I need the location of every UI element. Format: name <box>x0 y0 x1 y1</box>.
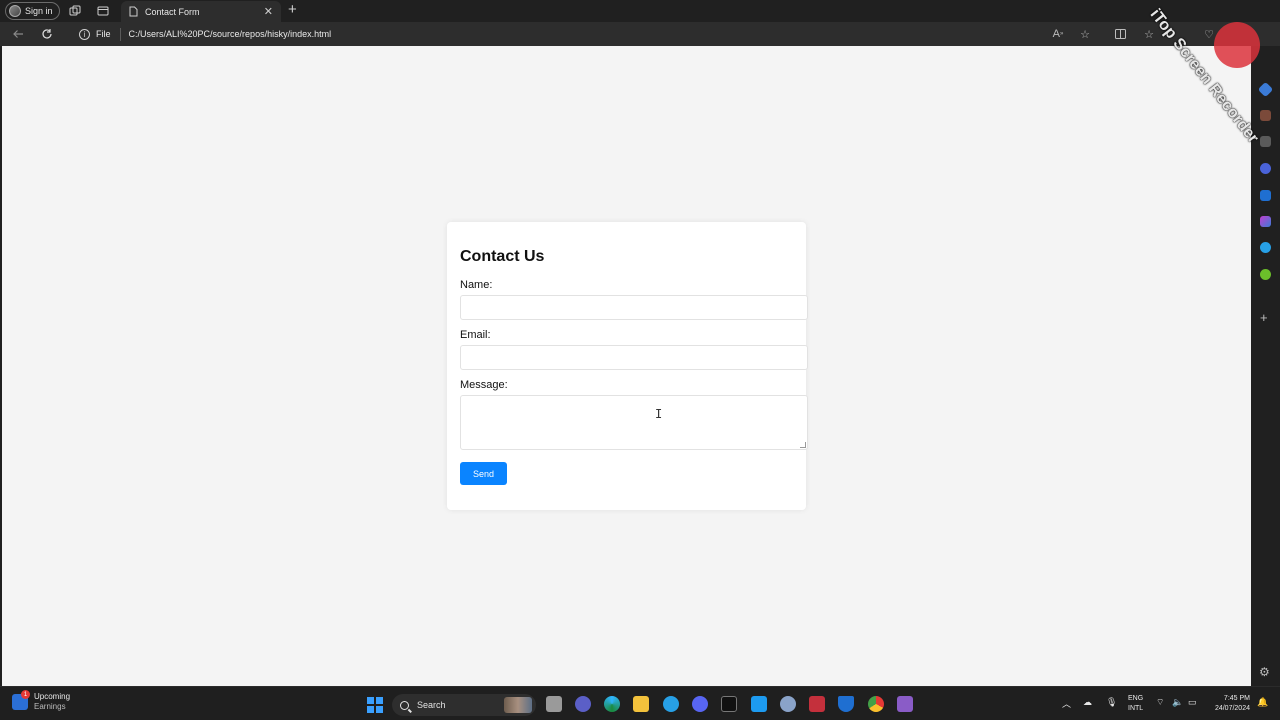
language-indicator[interactable]: ENG INTL <box>1128 694 1143 714</box>
message-textarea[interactable] <box>460 395 808 450</box>
new-tab-icon[interactable]: + <box>288 2 297 18</box>
send-button[interactable]: Send <box>460 462 507 485</box>
recorder-icon[interactable] <box>809 696 825 712</box>
settings-icon[interactable]: ⚙ <box>1259 665 1270 679</box>
tools-icon[interactable] <box>1260 110 1271 121</box>
clock-time: 7:45 PM <box>1223 695 1250 702</box>
back-icon[interactable] <box>11 27 25 41</box>
url-divider <box>119 27 121 41</box>
defender-icon[interactable] <box>838 696 854 712</box>
shopping-icon[interactable] <box>1257 81 1274 98</box>
email-input[interactable] <box>460 345 808 370</box>
name-input[interactable] <box>460 295 808 320</box>
tab-actions-icon[interactable] <box>96 4 110 18</box>
visual-studio-icon[interactable] <box>897 696 913 712</box>
text-cursor-icon: I <box>655 407 663 421</box>
teams-icon[interactable] <box>575 696 591 712</box>
battery-icon[interactable]: ▭ <box>1188 697 1197 708</box>
add-icon[interactable]: + <box>1260 310 1268 325</box>
tree-icon[interactable] <box>1260 269 1271 280</box>
search-highlight-image <box>504 697 532 713</box>
designer-icon[interactable] <box>1260 216 1271 227</box>
edge-icon[interactable] <box>604 696 620 712</box>
page-viewport: Contact Us Name: Email: Message: Send I <box>2 46 1251 686</box>
telegram-icon[interactable] <box>1260 242 1271 253</box>
form-heading: Contact Us <box>460 248 545 265</box>
discord-icon[interactable] <box>692 696 708 712</box>
tray-overflow-icon[interactable]: ︿ <box>1062 697 1071 710</box>
avatar <box>9 5 21 17</box>
url-field[interactable]: i File C:/Users/ALI%20PC/source/repos/hi… <box>74 24 331 44</box>
notifications-bell-icon[interactable]: 🔔 <box>1257 697 1268 708</box>
file-icon[interactable] <box>546 696 562 712</box>
email-label: Email: <box>460 329 491 341</box>
widget-subtitle: Earnings <box>34 702 66 711</box>
microsoft365-icon[interactable] <box>1260 163 1271 174</box>
clock-date: 24/07/2024 <box>1214 705 1250 712</box>
tab-contact-form[interactable]: Contact Form ✕ <box>121 1 281 22</box>
microphone-icon[interactable]: 🎙 <box>1106 697 1117 708</box>
address-bar: i File C:/Users/ALI%20PC/source/repos/hi… <box>0 22 1280 46</box>
browser-titlebar: Sign in Contact Form ✕ + <box>0 0 1280 22</box>
twitter-icon[interactable] <box>751 696 767 712</box>
clock[interactable]: 7:45 PM 24/07/2024 <box>1206 694 1250 714</box>
search-icon <box>400 700 409 710</box>
language-bottom: INTL <box>1128 705 1144 712</box>
read-aloud-icon[interactable]: A» <box>1051 27 1065 41</box>
widgets-button[interactable]: 1 Upcoming Earnings <box>12 690 71 712</box>
stocks-icon: 1 <box>12 690 30 710</box>
info-icon[interactable]: i <box>79 28 90 40</box>
refresh-icon[interactable] <box>40 27 54 41</box>
close-tab-icon[interactable]: ✕ <box>264 5 273 18</box>
r-icon[interactable] <box>780 696 796 712</box>
name-label: Name: <box>460 279 493 291</box>
taskbar-search[interactable]: Search <box>392 694 536 716</box>
tradingview-icon[interactable] <box>721 696 737 712</box>
onedrive-icon[interactable]: ☁ <box>1083 697 1092 708</box>
outlook-icon[interactable] <box>1260 190 1271 201</box>
start-icon[interactable] <box>367 697 383 713</box>
wifi-icon[interactable]: ⌔ <box>1156 697 1164 708</box>
widget-title: Upcoming <box>34 692 71 701</box>
language-top: ENG <box>1128 695 1144 702</box>
file-scheme-label: File <box>96 29 111 39</box>
edge-sidebar: + ⚙ <box>1251 46 1280 686</box>
profile-button[interactable]: Sign in <box>5 2 60 20</box>
profile-label: Sign in <box>25 6 53 16</box>
explorer-icon[interactable] <box>633 696 649 712</box>
search-placeholder: Search <box>417 700 446 710</box>
workspaces-icon[interactable] <box>68 4 82 18</box>
page-icon <box>129 6 138 17</box>
favorite-star-icon[interactable]: ☆ <box>1078 27 1092 41</box>
cloud-icon[interactable] <box>663 696 679 712</box>
games-icon[interactable] <box>1260 136 1271 147</box>
windows-taskbar: 1 Upcoming Earnings Search ︿ ☁ 🎙 ENG INT… <box>0 686 1280 720</box>
contact-form-card: Contact Us Name: Email: Message: Send <box>447 222 808 510</box>
message-label: Message: <box>460 379 508 391</box>
tab-title: Contact Form <box>145 6 200 17</box>
resize-handle-icon[interactable] <box>800 442 806 448</box>
url-text[interactable]: C:/Users/ALI%20PC/source/repos/hisky/ind… <box>129 29 332 39</box>
notification-badge: 1 <box>21 690 30 699</box>
volume-icon[interactable]: 🔈 <box>1172 697 1183 708</box>
chrome-icon[interactable] <box>868 696 884 712</box>
